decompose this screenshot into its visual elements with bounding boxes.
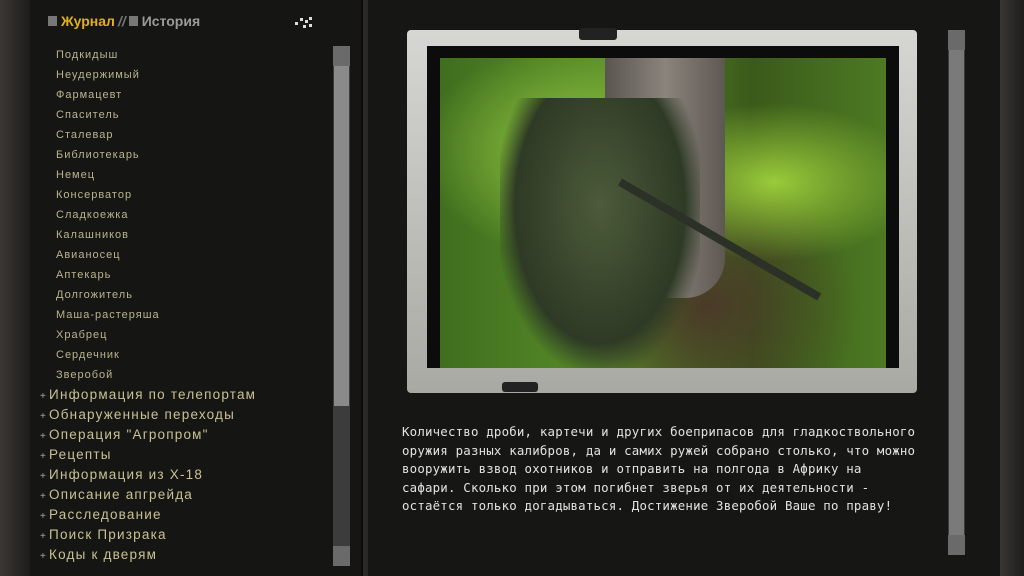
journal-group[interactable]: + Расследование [40,507,162,522]
expand-plus-icon[interactable]: + [40,511,47,522]
journal-group-label: Информация из X-18 [49,467,204,482]
achievement-item[interactable]: Авианосец [56,249,121,261]
folder-icon [128,16,138,26]
journal-group-label: Коды к дверям [49,547,158,562]
achievement-image [440,58,886,368]
journal-group[interactable]: + Операция "Агропром" [40,427,209,442]
scroll-down-button[interactable] [333,546,350,566]
scroll-up-button[interactable] [948,30,965,50]
achievement-item[interactable]: Сладкоежка [56,209,128,221]
achievement-item[interactable]: Фармацевт [56,89,122,101]
journal-group-label: Операция "Агропром" [49,427,209,442]
achievement-item[interactable]: Спаситель [56,109,119,121]
achievement-item[interactable]: Сталевар [56,129,113,141]
achievement-item[interactable]: Калашников [56,229,129,241]
journal-group-label: Рецепты [49,447,112,462]
scroll-thumb[interactable] [334,66,349,406]
achievement-description: Количество дроби, картечи и других боепр… [402,424,916,514]
frame-notch [579,28,617,40]
loading-dots-icon [293,16,313,28]
expand-plus-icon[interactable]: + [40,391,47,402]
folder-icon [48,16,57,26]
tab-journal[interactable]: Журнал [61,13,115,29]
journal-group[interactable]: + Поиск Призрака [40,527,167,542]
journal-group-label: Поиск Призрака [49,527,167,542]
tab-history[interactable]: История [142,13,200,29]
achievement-item[interactable]: Маша-растеряша [56,309,160,321]
journal-group[interactable]: + Информация из X-18 [40,467,203,482]
detail-scrollbar[interactable] [948,30,965,555]
journal-group[interactable]: + Рецепты [40,447,112,462]
detail-panel: Количество дроби, картечи и других боепр… [368,0,1000,576]
scroll-thumb[interactable] [949,50,964,535]
achievement-item[interactable]: Храбрец [56,329,107,341]
expand-plus-icon[interactable]: + [40,551,47,562]
journal-group[interactable]: + Описание апгрейда [40,487,193,502]
journal-group[interactable]: + Коды к дверям [40,547,157,562]
pda-frame-right [1000,0,1024,576]
expand-plus-icon[interactable]: + [40,431,47,442]
achievement-item[interactable]: Долгожитель [56,289,133,301]
journal-scrollbar[interactable] [333,46,350,566]
tab-bar: Журнал // История [48,13,200,29]
journal-group-label: Информация по телепортам [49,387,257,402]
expand-plus-icon[interactable]: + [40,451,47,462]
journal-group-label: Расследование [49,507,162,522]
achievement-item[interactable]: Зверобой [56,369,113,381]
expand-plus-icon[interactable]: + [40,491,47,502]
journal-group[interactable]: + Информация по телепортам [40,387,256,402]
pda-screen [427,46,899,368]
journal-group-label: Описание апгрейда [49,487,193,502]
pda-frame-left [0,0,30,576]
expand-plus-icon[interactable]: + [40,411,47,422]
expand-plus-icon[interactable]: + [40,531,47,542]
scroll-up-button[interactable] [333,46,350,66]
frame-notch [502,382,538,392]
journal-panel: Журнал // История Подкидыш Неудержимый Фар… [30,0,363,576]
journal-group-label: Обнаруженные переходы [49,407,236,422]
pda-image-frame [407,28,917,393]
achievement-item[interactable]: Подкидыш [56,49,118,61]
scroll-down-button[interactable] [948,535,965,555]
achievement-item[interactable]: Немец [56,169,95,181]
tab-separator: // [117,13,126,29]
journal-group[interactable]: + Обнаруженные переходы [40,407,235,422]
expand-plus-icon[interactable]: + [40,471,47,482]
achievement-item[interactable]: Консерватор [56,189,132,201]
achievement-item[interactable]: Неудержимый [56,69,140,81]
achievement-item[interactable]: Аптекарь [56,269,111,281]
achievement-item[interactable]: Библиотекарь [56,149,140,161]
achievement-item[interactable]: Сердечник [56,349,120,361]
camouflaged-hunter [500,98,700,368]
